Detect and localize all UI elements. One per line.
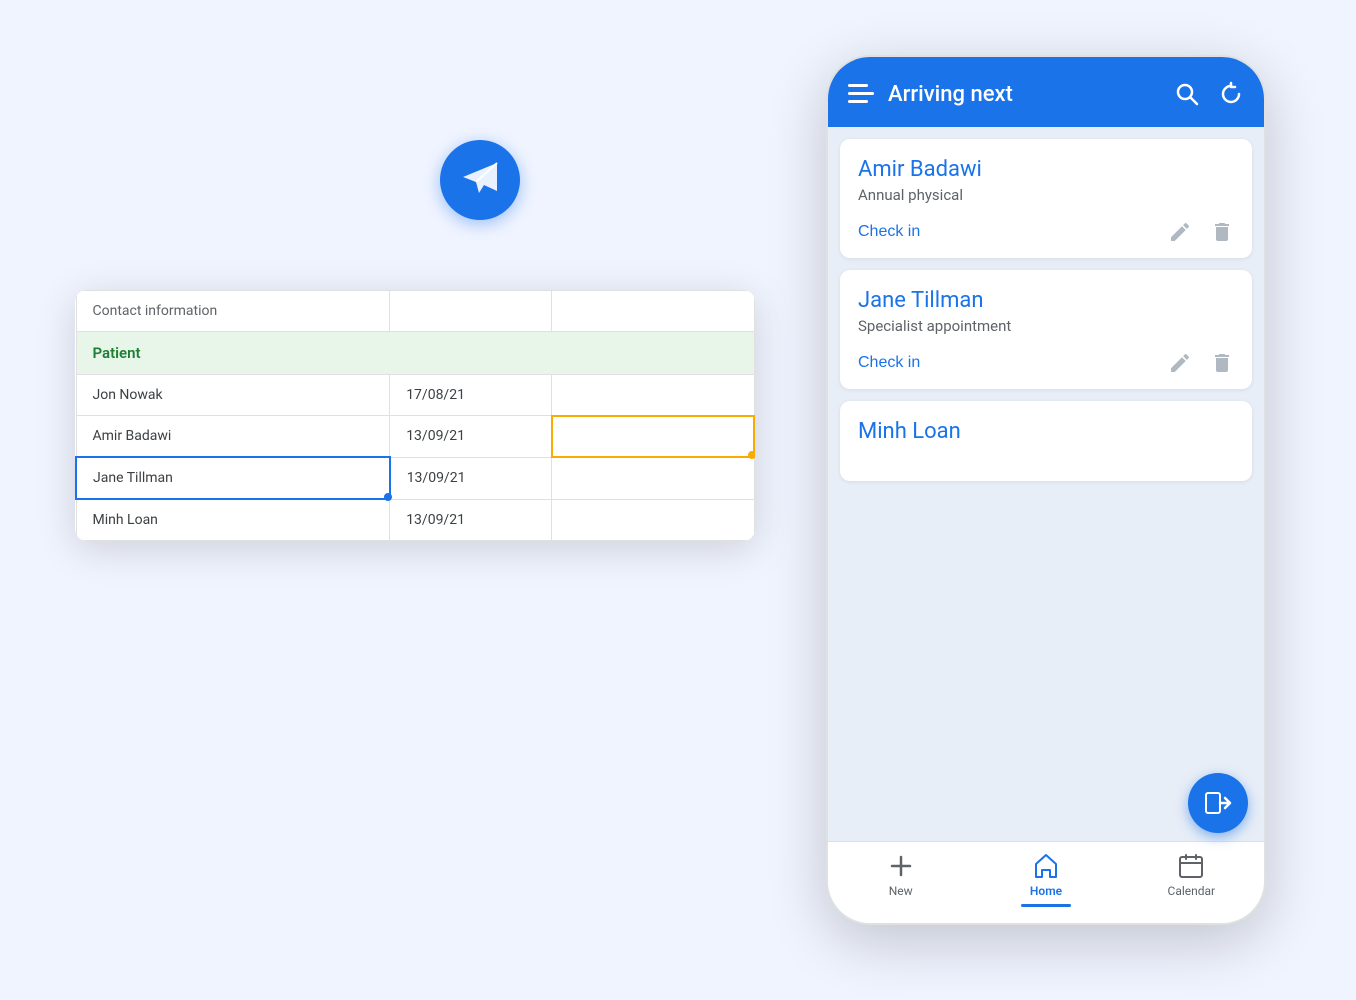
search-icon[interactable]	[1174, 81, 1200, 107]
patient-card-1: Amir Badawi Annual physical Check in	[840, 139, 1252, 258]
patient-type-card-1: Annual physical	[858, 186, 1234, 204]
table-row: Jane Tillman 13/09/21	[76, 457, 754, 499]
spreadsheet-table: Contact information Patient Jon Nowak 17…	[75, 290, 755, 541]
date-4: 13/09/21	[390, 499, 552, 541]
nav-active-indicator	[1021, 904, 1071, 907]
phone-mockup: Arriving next Amir Badawi Annual physica…	[826, 55, 1266, 925]
phone-header: Arriving next	[828, 57, 1264, 127]
nav-label-new: New	[889, 884, 913, 898]
table-row: Jon Nowak 17/08/21	[76, 375, 754, 416]
delete-icon-2[interactable]	[1210, 351, 1234, 375]
edit-icon-1[interactable]	[1168, 220, 1192, 244]
patient-actions-1: Check in	[858, 220, 1234, 244]
app-logo	[440, 140, 520, 220]
table-row: Minh Loan 13/09/21	[76, 499, 754, 541]
nav-item-calendar[interactable]: Calendar	[1119, 852, 1264, 898]
paper-plane-icon	[459, 159, 501, 201]
cell-handle-blue	[384, 493, 392, 501]
header-col3	[552, 291, 754, 332]
date-1: 17/08/21	[390, 375, 552, 416]
fab-button[interactable]	[1188, 773, 1248, 833]
home-icon	[1032, 852, 1060, 880]
patient-card-3-partial: Minh Loan	[840, 401, 1252, 481]
patient-name-3: Jane Tillman	[93, 470, 173, 486]
patient-actions-2: Check in	[858, 351, 1234, 375]
card-icons-1	[1168, 220, 1234, 244]
plus-icon	[887, 852, 915, 880]
edit-icon-2[interactable]	[1168, 351, 1192, 375]
patient-type-card-2: Specialist appointment	[858, 317, 1234, 335]
patient-name-2: Amir Badawi	[76, 416, 390, 458]
delete-icon-1[interactable]	[1210, 220, 1234, 244]
patient-name-card-3: Minh Loan	[858, 419, 1234, 444]
check-in-button-2[interactable]: Check in	[858, 354, 920, 372]
patient-card-2: Jane Tillman Specialist appointment Chec…	[840, 270, 1252, 389]
patient-name-1: Jon Nowak	[76, 375, 390, 416]
card-icons-2	[1168, 351, 1234, 375]
col3-4	[552, 499, 754, 541]
phone-content: Amir Badawi Annual physical Check in Jan	[828, 127, 1264, 923]
login-icon	[1203, 788, 1233, 818]
section-label: Patient	[76, 332, 754, 375]
phone-bottom-nav: New Home Calendar	[828, 841, 1264, 923]
date-3: 13/09/21	[390, 457, 552, 499]
col3-1	[552, 375, 754, 416]
nav-item-home[interactable]: Home	[973, 852, 1118, 907]
header-col2	[390, 291, 552, 332]
cell-handle-yellow	[748, 451, 755, 459]
nav-label-calendar: Calendar	[1168, 884, 1216, 898]
selected-cell-blue[interactable]: Jane Tillman	[76, 457, 390, 499]
nav-label-home: Home	[1030, 884, 1062, 898]
section-row: Patient	[76, 332, 754, 375]
filter-icon[interactable]	[848, 84, 874, 104]
nav-item-new[interactable]: New	[828, 852, 973, 898]
check-in-button-1[interactable]: Check in	[858, 223, 920, 241]
spreadsheet-panel: Contact information Patient Jon Nowak 17…	[75, 290, 755, 541]
patient-name-4: Minh Loan	[76, 499, 390, 541]
header-row: Contact information	[76, 291, 754, 332]
table-row: Amir Badawi 13/09/21	[76, 416, 754, 458]
col3-3	[552, 457, 754, 499]
refresh-icon[interactable]	[1218, 81, 1244, 107]
patient-name-card-1: Amir Badawi	[858, 157, 1234, 182]
phone-header-icons	[1174, 81, 1244, 107]
calendar-icon	[1177, 852, 1205, 880]
date-2: 13/09/21	[390, 416, 552, 458]
phone-header-title: Arriving next	[888, 82, 1013, 107]
phone-header-left: Arriving next	[848, 82, 1013, 107]
selected-cell-yellow[interactable]	[552, 416, 754, 458]
header-col1: Contact information	[76, 291, 390, 332]
patient-name-card-2: Jane Tillman	[858, 288, 1234, 313]
